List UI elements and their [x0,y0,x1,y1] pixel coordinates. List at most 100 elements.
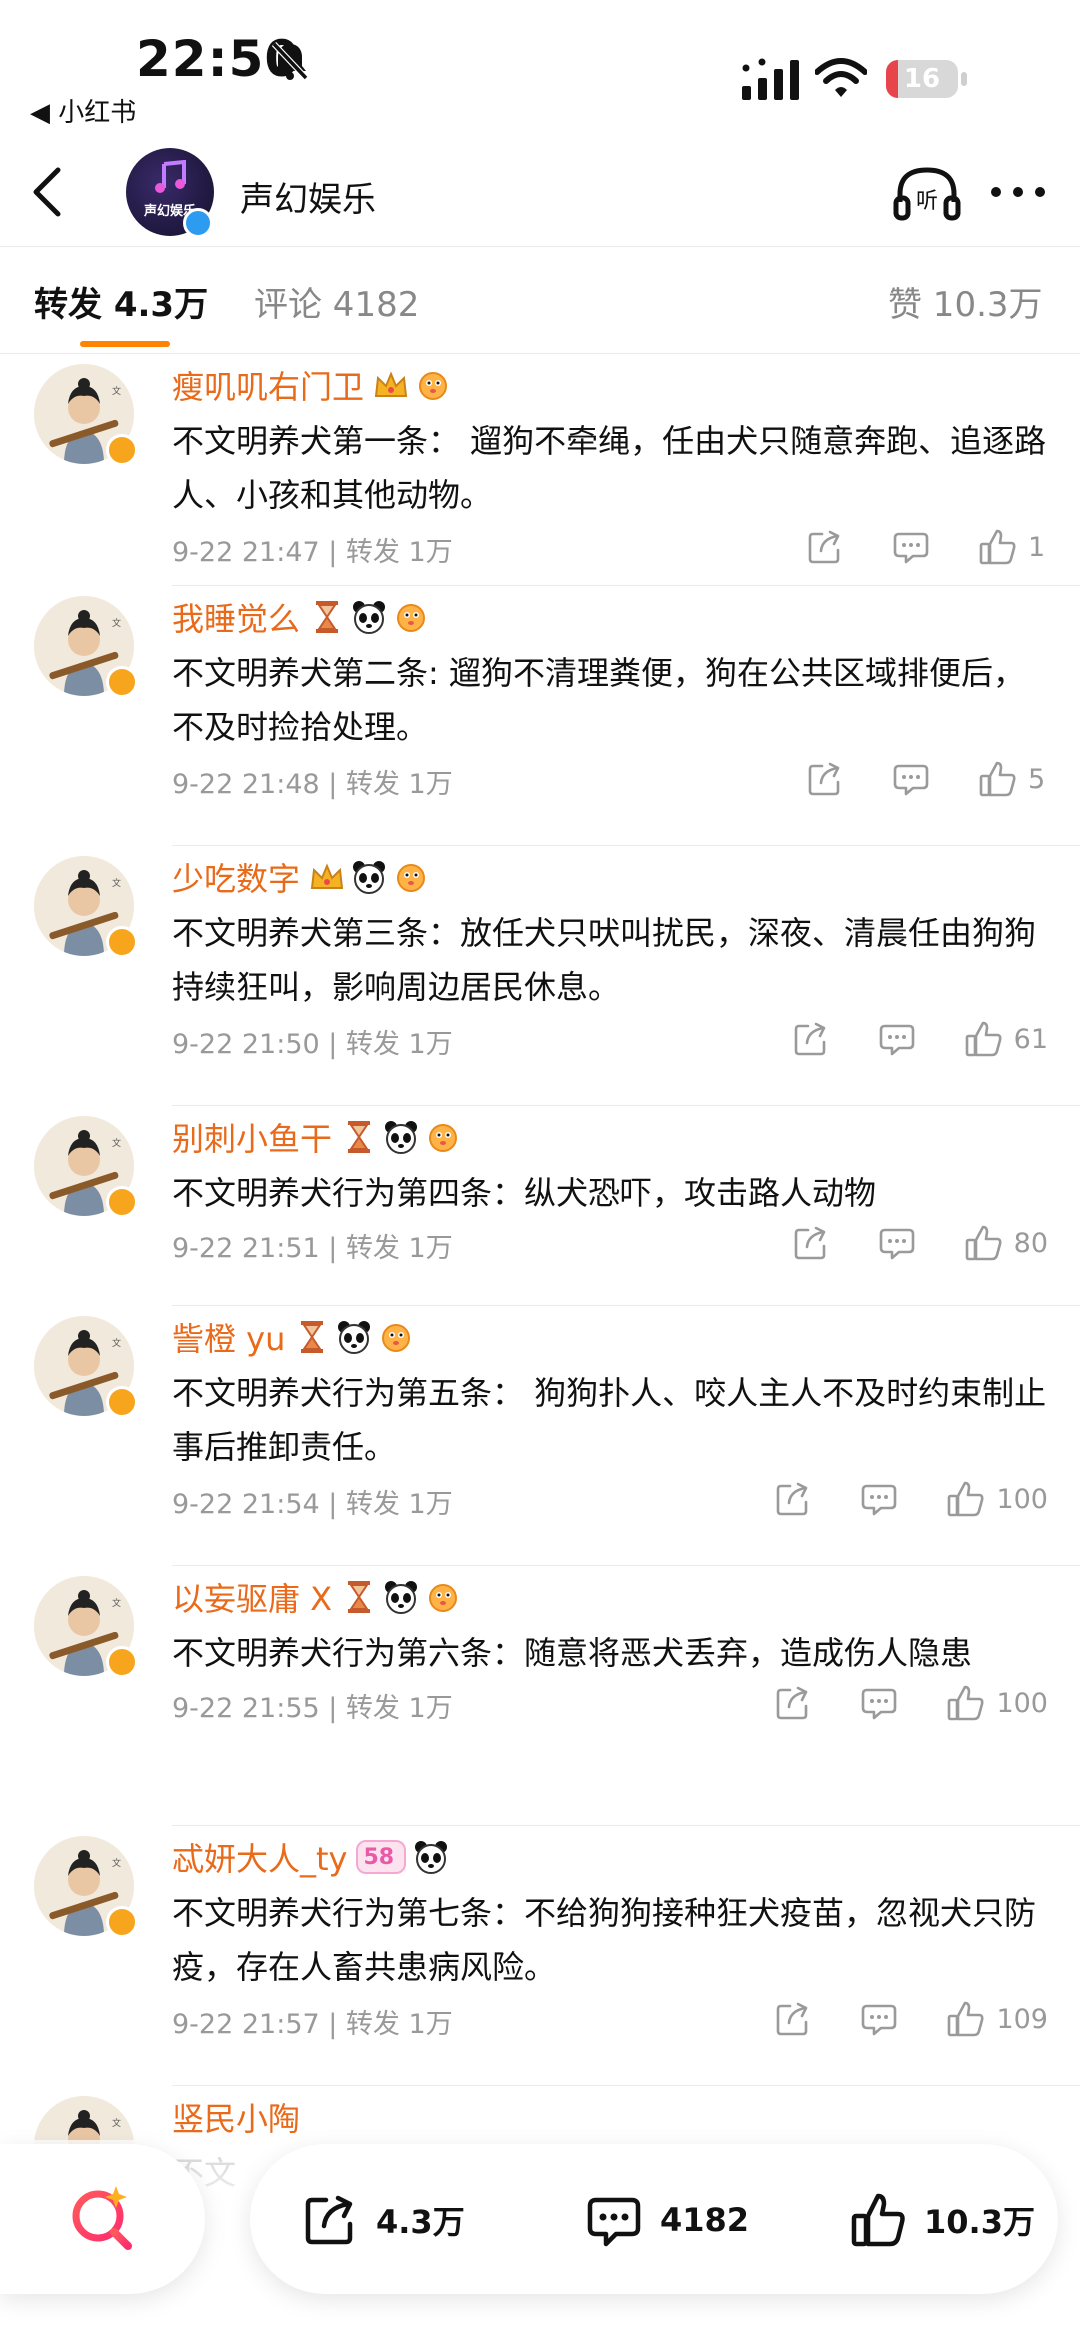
repost-meta: 9-22 21:48 | 转发 1万 [172,769,453,800]
user-badges [372,366,456,404]
repost-item[interactable]: 文 瘦叽叽右门卫 不文明养犬第一条： 遛狗不牵绳，任由犬只随意奔跑、追逐路人、小孩和… [0,354,1080,586]
like-count: 61 [1013,1023,1048,1055]
share-icon[interactable] [806,528,844,566]
share-icon[interactable] [774,2000,812,2038]
share-icon[interactable] [774,1480,812,1518]
comment-icon[interactable] [860,1684,898,1722]
comment-count: 4182 [660,2201,750,2239]
repost-content: 不文明养犬第三条：放任犬只吠叫扰民，深夜、清晨任由狗狗持续狂叫，影响周边居民休息… [172,914,1037,1006]
crown-icon [372,366,410,404]
hourglass-icon [293,1318,331,1356]
panda-icon [382,1118,420,1156]
username-row: 别刺小鱼干 [172,1114,466,1160]
comment-icon[interactable] [892,760,930,798]
username[interactable]: 訾橙 yu [172,1314,285,1360]
hourglass-icon [308,598,346,636]
comment-icon[interactable] [860,1480,898,1518]
like-count: 5 [1028,763,1046,795]
repost-content: 不文明养犬行为第五条： 狗狗扑人、咬人主人不及时约束制止事后推卸责任。 [172,1374,1047,1466]
repost-actions: 1 [758,524,1048,570]
repost-item[interactable]: 文 以妄驱庸 X 不文明养犬行为第六条：随意将恶犬丢弃，造成伤人隐患 9-22 21:… [0,1566,1080,1826]
like-button[interactable]: 10.3万 [850,2192,1035,2248]
comment-button[interactable]: 4182 [586,2192,749,2248]
level-badge-number: 58 [363,1844,395,1870]
verified-orange-badge-icon [106,1186,138,1218]
like-count: 100 [996,1687,1048,1719]
like-icon[interactable] [978,528,1016,566]
cellular-signal-icon [742,58,799,100]
username-row: 瘦叽叽右门卫 [172,362,456,408]
repost-actions: 109 [726,1996,1048,2042]
username[interactable]: 少吃数字 [172,854,300,900]
bottom-actions-pill: 4.3万 4182 10.3万 [250,2144,1058,2294]
more-options-icon[interactable] [990,184,1046,200]
repost-actions: 5 [758,756,1048,802]
repost-item[interactable]: 文 忒妍大人_ty 58 不文明养犬行为第七条：不给狗狗接种狂犬疫苗，忽视犬只防疫，存… [0,1826,1080,2086]
username[interactable]: 竖民小陶 [172,2094,300,2140]
user-badges: 58 [355,1838,455,1876]
repost-count: 4.3万 [376,2203,465,2241]
repost-actions: 80 [744,1220,1048,1266]
username[interactable]: 以妄驱庸 X [172,1574,332,1620]
battery-indicator: 16 [886,60,968,100]
share-icon[interactable] [774,1684,812,1722]
username[interactable]: 别刺小鱼干 [172,1114,332,1160]
level-badge-icon: 58 [355,1840,407,1874]
repost-meta: 9-22 21:50 | 转发 1万 [172,1029,453,1060]
svg-text:听: 听 [916,189,938,214]
verified-orange-badge-icon [106,666,138,698]
username-row: 我睡觉么 [172,594,434,640]
panda-icon [350,598,388,636]
active-tab-indicator [80,341,170,347]
share-icon[interactable] [792,1224,830,1262]
back-arrow-icon[interactable] [22,162,74,222]
like-icon[interactable] [946,1480,984,1518]
like-count-total: 10.3万 [924,2203,1035,2241]
tab-reposts[interactable]: 转发 4.3万 [34,277,208,326]
repost-item[interactable]: 文 我睡觉么 不文明养犬第二条: 遛狗不清理粪便，狗在公共区域排便后，不及时捡拾处理… [0,586,1080,846]
repost-meta: 9-22 21:47 | 转发 1万 [172,537,453,568]
username-row: 少吃数字 [172,854,434,900]
username[interactable]: 忒妍大人_ty [172,1834,348,1880]
verified-badge-icon [183,208,213,238]
like-count: 80 [1013,1227,1048,1259]
nav-bar: 声幻娱乐 声幻娱乐 听 [0,140,1080,246]
username[interactable]: 瘦叽叽右门卫 [172,362,364,408]
repost-meta: 9-22 21:54 | 转发 1万 [172,1489,453,1520]
comment-icon[interactable] [878,1224,916,1262]
share-icon[interactable] [806,760,844,798]
repost-item[interactable]: 文 别刺小鱼干 不文明养犬行为第四条：纵犬恐吓，攻击路人动物 9-22 21:51 |… [0,1106,1080,1306]
like-icon[interactable] [964,1020,1002,1058]
comment-icon[interactable] [860,2000,898,2038]
back-to-app-link[interactable]: ◀ 小红书 [30,92,136,129]
tab-comments[interactable]: 评论 4182 [254,277,419,326]
repost-item[interactable]: 文 訾橙 yu 不文明养犬行为第五条： 狗狗扑人、咬人主人不及时约束制止事后推卸责任… [0,1306,1080,1566]
tab-likes[interactable]: 赞 10.3万 [888,277,1043,326]
repost-content: 不文明养犬第一条： 遛狗不牵绳，任由犬只随意奔跑、追逐路人、小孩和其他动物。 [172,422,1047,514]
comment-icon[interactable] [892,528,930,566]
username[interactable]: 我睡觉么 [172,594,300,640]
search-button[interactable] [0,2144,205,2294]
share-icon[interactable] [792,1020,830,1058]
svg-text:文: 文 [112,2117,121,2129]
repost-button[interactable]: 4.3万 [302,2192,465,2248]
like-icon[interactable] [946,2000,984,2038]
repost-content: 不文明养犬行为第七条：不给狗狗接种狂犬疫苗，忽视犬只防疫，存在人畜共患病风险。 [172,1894,1037,1986]
hourglass-icon [340,1578,378,1616]
like-icon[interactable] [978,760,1016,798]
music-note-icon [155,160,186,193]
repost-actions: 100 [726,1476,1048,1522]
repost-content: 不文明养犬行为第六条：随意将恶犬丢弃，造成伤人隐患 [172,1634,973,1672]
hourglass-icon [340,1118,378,1156]
repost-actions: 100 [726,1680,1048,1726]
like-icon[interactable] [946,1684,984,1722]
comment-icon[interactable] [878,1020,916,1058]
username-row: 訾橙 yu [172,1314,419,1360]
listen-headphones-icon[interactable]: 听 [892,162,962,226]
account-name[interactable]: 声幻娱乐 [240,172,376,221]
repost-actions: 61 [744,1016,1048,1062]
svg-text:文: 文 [112,617,121,629]
thumbs-up-icon [851,2193,905,2247]
repost-item[interactable]: 文 少吃数字 不文明养犬第三条：放任犬只吠叫扰民，深夜、清晨任由狗狗持续狂叫，影响周… [0,846,1080,1106]
like-icon[interactable] [964,1224,1002,1262]
